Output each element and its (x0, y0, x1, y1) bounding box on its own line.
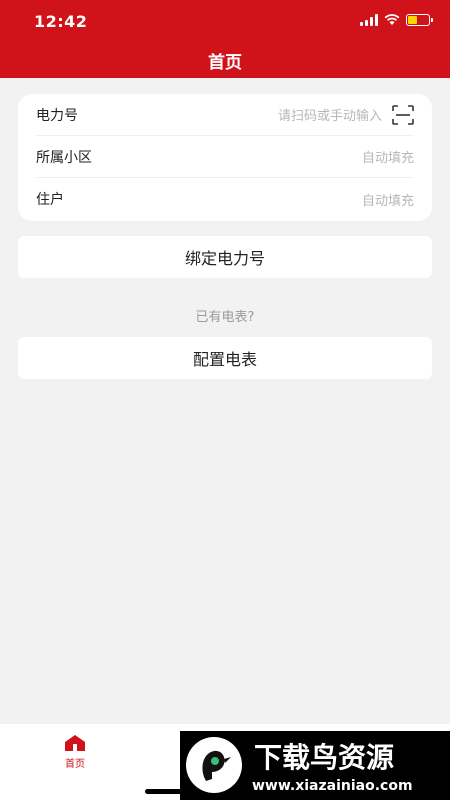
power-number-label: 电力号 (36, 107, 78, 124)
watermark: 下载鸟资源 www.xiazainiao.com (180, 731, 450, 800)
svg-text:下载鸟资源: 下载鸟资源 (254, 741, 394, 774)
power-number-input[interactable]: 请扫码或手动输入 (278, 105, 382, 124)
community-field: 自动填充 (361, 151, 414, 166)
household-row: 住户 自动填充 (36, 178, 414, 220)
existing-meter-hint: 已有电表? (195, 310, 255, 325)
bird-logo-icon (202, 750, 231, 781)
watermark-wordmark: 下载鸟资源 www.xiazainiao.com (252, 741, 413, 794)
household-field: 自动填充 (361, 193, 414, 209)
tab-home[interactable]: 首页 (52, 734, 98, 770)
battery-icon (406, 14, 433, 26)
svg-text:www.xiazainiao.com: www.xiazainiao.com (252, 778, 413, 794)
status-icons (360, 14, 433, 26)
signal-icon (360, 14, 378, 26)
bind-form-card: 电力号 请扫码或手动输入 所属小区 自动填充 住户 自动填充 (18, 94, 432, 221)
configure-meter-button[interactable]: 配置电表 (18, 337, 432, 379)
household-label: 住户 (36, 192, 64, 208)
community-row: 所属小区 自动填充 (36, 136, 414, 178)
page-title: 首页 (208, 53, 242, 73)
power-number-row[interactable]: 电力号 请扫码或手动输入 (36, 94, 414, 136)
app-header: 12:42 首页 (0, 0, 450, 78)
home-icon (65, 735, 85, 751)
community-label: 所属小区 (36, 149, 92, 166)
status-time: 12:42 (34, 12, 88, 31)
watermark-logo (186, 737, 242, 793)
tab-home-label: 首页 (65, 759, 85, 770)
scan-icon[interactable] (392, 104, 414, 125)
bind-power-number-button[interactable]: 绑定电力号 (18, 236, 432, 278)
wifi-icon (384, 14, 400, 25)
